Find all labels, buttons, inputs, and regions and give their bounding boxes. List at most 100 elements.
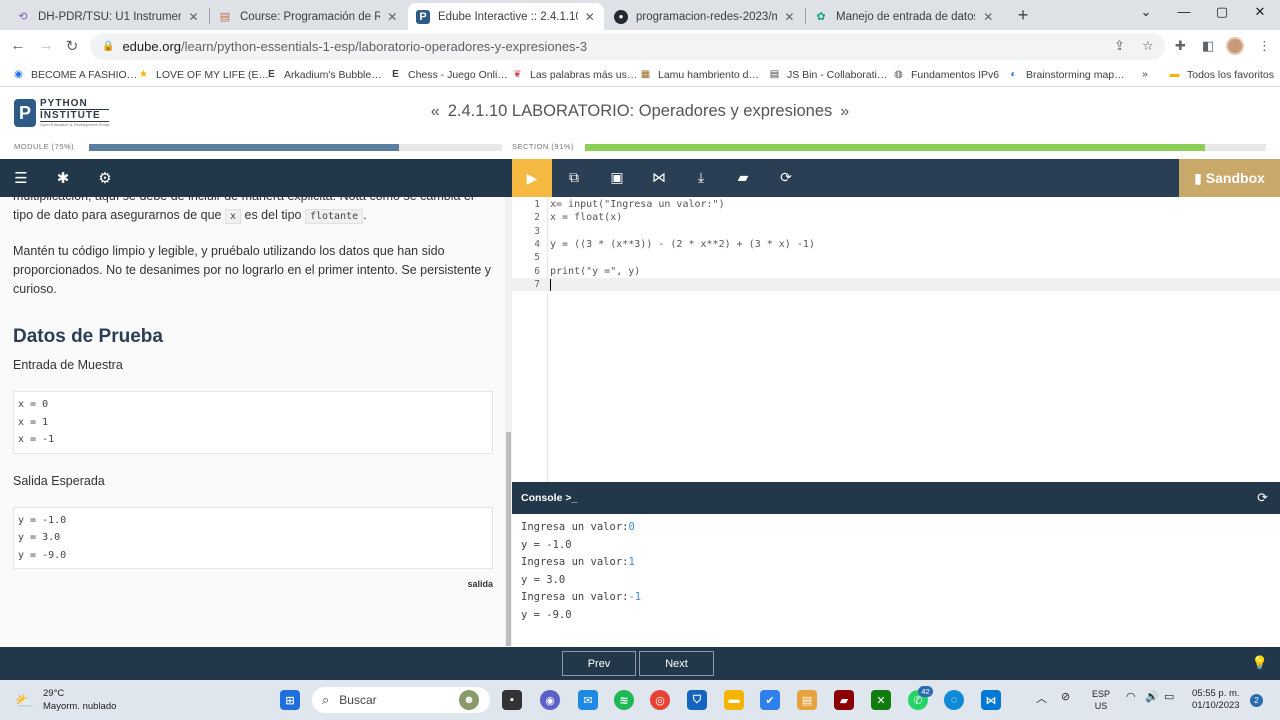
console-output[interactable]: Ingresa un valor:0 y = -1.0 Ingresa un v… xyxy=(512,514,1280,647)
bookmark-item[interactable]: ▤ JS Bin - Collaborati… xyxy=(768,68,888,81)
bookmark-item[interactable]: E Chess - Juego Onli… xyxy=(389,68,508,81)
file-explorer-icon[interactable]: ▬ xyxy=(724,690,744,710)
sandbox-button[interactable]: ▮ Sandbox xyxy=(1179,159,1280,197)
browser-tab-bar: ⟲ DH-PDR/TSU: U1 Instrumento d… ✕ ▤ Cour… xyxy=(0,0,1280,30)
console-refresh-icon[interactable]: ⟳ xyxy=(1257,490,1268,506)
url-bar[interactable]: 🔒 edube.org/learn/python-essentials-1-es… xyxy=(90,33,1165,60)
bug-icon[interactable]: ✱ xyxy=(54,169,72,187)
sample-input-line: x = -1 xyxy=(18,434,55,445)
notification-count-badge[interactable]: 2 xyxy=(1250,694,1263,707)
edge-icon[interactable]: ◌ xyxy=(944,690,964,710)
code-editor[interactable]: 1 x= input("Ingresa un valor:") 2x = floa… xyxy=(512,197,1280,482)
next-button[interactable]: Next xyxy=(639,651,714,676)
task-view-icon[interactable]: ▪ xyxy=(502,690,522,710)
browser-tab-1[interactable]: ⟲ DH-PDR/TSU: U1 Instrumento d… ✕ xyxy=(8,3,208,30)
github-tab-icon: ● xyxy=(614,9,628,24)
more-menu-icon[interactable]: ⋮ xyxy=(1258,38,1271,54)
section-progress-fill xyxy=(585,144,1205,151)
code-line[interactable]: 5 xyxy=(512,251,1280,264)
weather-widget[interactable]: ⛅ 29°C Mayorm. nublado xyxy=(15,687,116,713)
battery-icon[interactable]: ▭ xyxy=(1164,690,1174,703)
forward-icon[interactable]: → xyxy=(36,37,56,54)
search-highlight-icon[interactable]: ☻ xyxy=(459,690,479,710)
bookmark-item[interactable]: E Arkadium's Bubble… xyxy=(265,68,382,81)
profile-avatar[interactable] xyxy=(1226,37,1244,55)
reset-icon[interactable]: ⟳ xyxy=(777,169,795,186)
code-line[interactable]: 4y = ((3 * (x**3)) - (2 * x**2) + (3 * x… xyxy=(512,238,1280,251)
close-tab-icon[interactable]: ✕ xyxy=(386,10,399,24)
all-bookmarks[interactable]: ▬ Todos los favoritos xyxy=(1168,68,1274,81)
bookmark-item[interactable]: ❦ Las palabras más us… xyxy=(511,68,637,81)
vscode-icon[interactable]: ⋈ xyxy=(981,690,1001,710)
next-lesson-link[interactable]: » xyxy=(840,103,849,120)
gear-icon[interactable]: ⚙ xyxy=(96,169,114,187)
back-icon[interactable]: ← xyxy=(8,37,28,54)
output-tag: salida xyxy=(467,579,493,589)
close-window-icon[interactable]: ✕ xyxy=(1250,4,1270,20)
code-line-active[interactable]: 7 xyxy=(512,277,1280,292)
close-tab-icon[interactable]: ✕ xyxy=(584,10,596,24)
chat-icon[interactable]: ◉ xyxy=(540,690,560,710)
code-line[interactable]: 3 xyxy=(512,225,1280,238)
browser-tab-5[interactable]: ✿ Manejo de entrada de datos ✕ xyxy=(806,3,1004,30)
browser-tab-4[interactable]: ● programacion-redes-2023/mod… ✕ xyxy=(606,3,804,30)
new-tab-icon[interactable]: + xyxy=(1013,5,1033,26)
browser-tab-3-active[interactable]: P Edube Interactive :: 2.4.1.10 LAB… ✕ xyxy=(408,3,604,30)
prev-button[interactable]: Prev xyxy=(562,651,636,676)
instructions-toolbar: ☰ ✱ ⚙ xyxy=(0,159,512,197)
hint-lightbulb-icon[interactable]: 💡 xyxy=(1252,655,1268,671)
bookmarks-overflow[interactable]: » xyxy=(1142,68,1148,80)
xbox-icon[interactable]: ✕ xyxy=(871,690,891,710)
share-icon[interactable]: ⇪ xyxy=(1114,38,1125,54)
close-tab-icon[interactable]: ✕ xyxy=(783,10,796,24)
bookmark-item[interactable]: ◉ BECOME A FASHIO… xyxy=(12,68,137,81)
close-tab-icon[interactable]: ✕ xyxy=(981,10,996,24)
bookmark-item[interactable]: ★ LOVE OF MY LIFE (E… xyxy=(137,68,269,81)
download-icon[interactable]: ⤓ xyxy=(692,169,710,186)
instructions-scrollbar-thumb[interactable] xyxy=(506,432,511,646)
tray-overflow-icon[interactable]: ︿ xyxy=(1036,690,1047,706)
menu-icon[interactable]: ☰ xyxy=(12,169,30,187)
volume-icon[interactable]: 🔊 xyxy=(1145,690,1159,703)
run-button[interactable]: ▶ xyxy=(512,159,552,197)
minimize-icon[interactable]: — xyxy=(1174,4,1194,19)
notes-icon[interactable]: ▤ xyxy=(797,690,817,710)
wifi-icon[interactable]: ◠ xyxy=(1126,690,1136,703)
reload-icon[interactable]: ↻ xyxy=(62,37,82,55)
todo-check-icon[interactable]: ✔ xyxy=(760,690,780,710)
windows-start-icon[interactable]: ⊞ xyxy=(280,690,300,710)
input-language[interactable]: ESP US xyxy=(1092,688,1110,712)
taskbar-clock[interactable]: 05:55 p. m. 01/10/2023 xyxy=(1192,688,1240,712)
expected-output-line: y = 3.0 xyxy=(18,532,61,543)
app-red-icon[interactable]: ▰ xyxy=(834,690,854,710)
expected-output-line: y = -1.0 xyxy=(18,514,67,526)
test-data-heading: Datos de Prueba xyxy=(13,326,163,347)
whatsapp-badge: 42 xyxy=(918,686,933,697)
close-tab-icon[interactable]: ✕ xyxy=(187,10,200,24)
bookmark-star-icon[interactable]: ☆ xyxy=(1142,38,1154,54)
open-folder-icon[interactable]: ▰ xyxy=(734,169,752,186)
copy-icon[interactable]: ⧉ xyxy=(565,169,583,186)
code-line[interactable]: 2x = float(x) xyxy=(512,211,1280,224)
maximize-icon[interactable]: ▢ xyxy=(1212,4,1232,20)
paste-icon[interactable]: ▣ xyxy=(608,169,626,186)
mail-icon[interactable]: ✉ xyxy=(578,690,598,710)
spotify-icon[interactable]: ≋ xyxy=(614,690,634,710)
code-line[interactable]: 1 x= input("Ingresa un valor:") xyxy=(512,198,1280,211)
network-off-icon[interactable]: ⊘ xyxy=(1061,690,1070,703)
previous-lesson-link[interactable]: « xyxy=(431,103,440,120)
bookmark-item[interactable]: ◐ Brainstorming map… xyxy=(1007,68,1124,81)
code-line[interactable]: 6 print("y =", y) xyxy=(512,265,1280,278)
bookmark-item[interactable]: ▦ Lamu hambriento d… xyxy=(639,68,759,81)
extensions-puzzle-icon[interactable]: ✚ xyxy=(1175,38,1186,54)
browser-tab-2[interactable]: ▤ Course: Programación de Redes ✕ xyxy=(210,3,407,30)
share-icon[interactable]: ⋈ xyxy=(650,169,668,186)
module-progress-track xyxy=(89,144,502,151)
bookmark-item[interactable]: ◍ Fundamentos IPv6 xyxy=(892,68,999,81)
chrome-icon[interactable]: ◎ xyxy=(650,690,670,710)
side-panel-icon[interactable]: ◧ xyxy=(1202,38,1214,54)
inline-code: x xyxy=(224,209,242,224)
moodle-tab-icon: ⟲ xyxy=(18,11,28,23)
tab-search-chevron-icon[interactable]: ⌄ xyxy=(1136,4,1156,20)
defender-shield-icon[interactable]: ⛉ xyxy=(687,690,707,710)
